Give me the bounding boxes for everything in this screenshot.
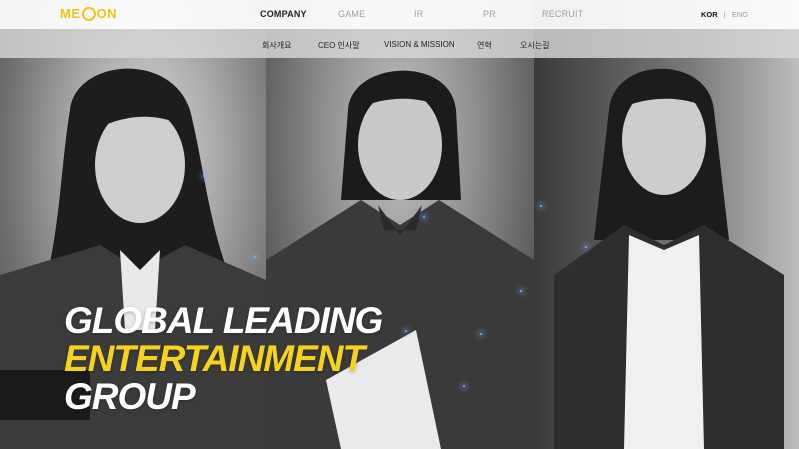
nav-item-recruit[interactable]: RECRUIT: [542, 9, 583, 19]
nav-item-company[interactable]: COMPANY: [260, 9, 307, 19]
headline-line-2: ENTERTAINMENT: [64, 338, 365, 379]
subnav-item-location[interactable]: 오시는길: [520, 40, 549, 51]
nav-item-game[interactable]: GAME: [338, 9, 365, 19]
headline-line-1: GLOBAL LEADING: [64, 300, 383, 341]
subnav-item-vision[interactable]: VISION & MISSION: [384, 40, 455, 49]
hero-photo-right: [534, 0, 799, 449]
subnav-item-history[interactable]: 연혁: [477, 40, 492, 51]
language-switcher: KOR | ENG: [701, 10, 748, 19]
headline-line-3: GROUP: [64, 376, 196, 417]
nav-item-pr[interactable]: PR: [483, 9, 496, 19]
hero-headline: GLOBAL LEADING ENTERTAINMENT GROUP: [64, 300, 383, 417]
subnav-item-ceo[interactable]: CEO 인사말: [318, 40, 360, 51]
lang-kor[interactable]: KOR: [701, 10, 718, 19]
main-nav: COMPANY GAME IR PR RECRUIT: [0, 9, 799, 23]
nav-item-ir[interactable]: IR: [414, 9, 423, 19]
top-navigation-bar: ME ON COMPANY GAME IR PR RECRUIT KOR | EN…: [0, 0, 799, 29]
lang-eng[interactable]: ENG: [732, 10, 748, 19]
subnav-item-overview[interactable]: 회사개요: [262, 40, 291, 51]
lang-divider: |: [723, 10, 726, 19]
